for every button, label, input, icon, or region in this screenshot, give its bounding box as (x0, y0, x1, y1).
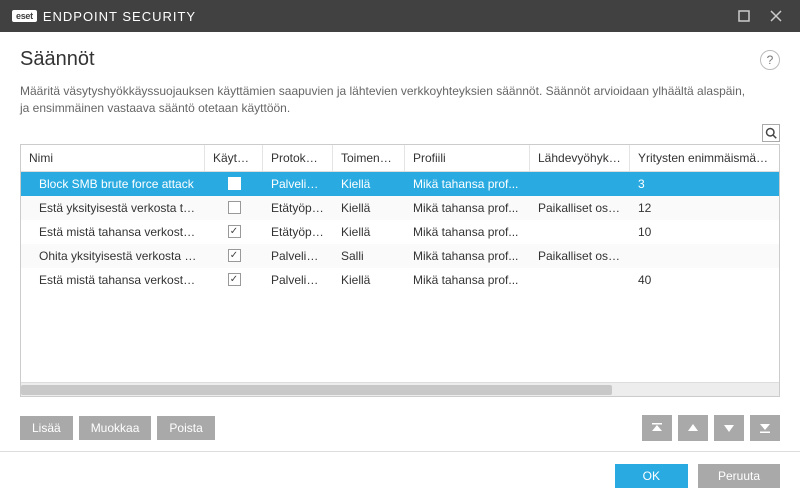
brand-badge: eset (12, 10, 37, 22)
ok-button[interactable]: OK (615, 464, 688, 488)
enabled-checkbox[interactable] (228, 225, 241, 238)
col-header-profile[interactable]: Profiili (405, 145, 530, 171)
col-header-action[interactable]: Toimenpide (333, 145, 405, 171)
move-up-icon (687, 422, 699, 434)
help-icon: ? (767, 53, 774, 67)
table-body: Block SMB brute force attackPalvelim...K… (21, 172, 779, 382)
cell-name: Block SMB brute force attack (21, 177, 205, 191)
cell-source-zones: Paikalliset osoit... (530, 201, 630, 215)
titlebar: eset ENDPOINT SECURITY (0, 0, 800, 32)
search-button[interactable] (762, 124, 780, 142)
minimize-button[interactable] (728, 0, 760, 32)
cell-profile: Mikä tahansa prof... (405, 249, 530, 263)
cell-profile: Mikä tahansa prof... (405, 225, 530, 239)
cell-enabled (205, 225, 263, 238)
enabled-checkbox[interactable] (228, 177, 241, 190)
table-row[interactable]: Block SMB brute force attack Palvelim...K… (21, 172, 779, 196)
toolbar: Lisää Muokkaa Poista (0, 407, 800, 451)
cell-max-attempts: 40 (630, 273, 779, 287)
cell-protocol: Palvelim... (263, 177, 333, 191)
enabled-checkbox[interactable] (228, 201, 241, 214)
col-header-enabled[interactable]: Käytössä (205, 145, 263, 171)
cell-max-attempts: 12 (630, 201, 779, 215)
col-header-protocol[interactable]: Protokolla (263, 145, 333, 171)
cell-profile: Mikä tahansa prof... (405, 273, 530, 287)
cell-name: Estä mistä tahansa verkosta ... (21, 225, 205, 239)
close-icon (770, 10, 782, 22)
cell-enabled (205, 177, 263, 190)
move-up-button[interactable] (678, 415, 708, 441)
cell-max-attempts: 10 (630, 225, 779, 239)
cell-enabled (205, 273, 263, 286)
rules-table: Nimi Käytössä Protokolla Toimenpide Prof… (20, 144, 780, 397)
page-title: Säännöt (20, 48, 95, 71)
table-row[interactable]: Estä yksityisestä verkosta tul... Etätyöp… (21, 196, 779, 220)
move-bottom-icon (759, 422, 771, 434)
add-button[interactable]: Lisää (20, 416, 73, 440)
table-row[interactable]: Ohita yksityisestä verkosta t... Palvelim… (21, 244, 779, 268)
move-bottom-button[interactable] (750, 415, 780, 441)
footer: OK Peruuta (0, 451, 800, 500)
cell-protocol: Etätyöpöyt... (263, 201, 333, 215)
move-top-button[interactable] (642, 415, 672, 441)
cell-source-zones: Paikalliset osoit... (530, 249, 630, 263)
cell-protocol: Etätyöpöyt... (263, 225, 333, 239)
cell-action: Kiellä (333, 177, 405, 191)
table-header: Nimi Käytössä Protokolla Toimenpide Prof… (21, 145, 779, 172)
help-button[interactable]: ? (760, 50, 780, 70)
delete-button[interactable]: Poista (157, 416, 214, 440)
cell-enabled (205, 249, 263, 262)
cell-action: Kiellä (333, 201, 405, 215)
col-header-max-attempts[interactable]: Yritysten enimmäismäärä (630, 145, 779, 171)
cell-name: Ohita yksityisestä verkosta t... (21, 249, 205, 263)
header: Säännöt ? (0, 32, 800, 83)
brand-product: ENDPOINT SECURITY (43, 9, 196, 24)
cell-profile: Mikä tahansa prof... (405, 177, 530, 191)
scrollbar-thumb[interactable] (21, 385, 612, 395)
search-icon (765, 127, 777, 139)
cell-action: Salli (333, 249, 405, 263)
col-header-name[interactable]: Nimi (21, 145, 205, 171)
cell-profile: Mikä tahansa prof... (405, 201, 530, 215)
move-top-icon (651, 422, 663, 434)
horizontal-scrollbar[interactable] (21, 382, 779, 396)
table-row[interactable]: Estä mistä tahansa verkosta ... Palvelim.… (21, 268, 779, 292)
cell-name: Estä yksityisestä verkosta tul... (21, 201, 205, 215)
cell-name: Estä mistä tahansa verkosta ... (21, 273, 205, 287)
cell-protocol: Palvelim... (263, 249, 333, 263)
move-down-button[interactable] (714, 415, 744, 441)
cell-action: Kiellä (333, 273, 405, 287)
close-button[interactable] (760, 0, 792, 32)
table-row[interactable]: Estä mistä tahansa verkosta ... Etätyöpöy… (21, 220, 779, 244)
cell-enabled (205, 201, 263, 214)
col-header-source-zones[interactable]: Lähdevyöhykkeet (530, 145, 630, 171)
cell-action: Kiellä (333, 225, 405, 239)
description-text: Määritä väsytyshyökkäyssuojauksen käyttä… (20, 83, 780, 118)
move-down-icon (723, 422, 735, 434)
edit-button[interactable]: Muokkaa (79, 416, 152, 440)
cancel-button[interactable]: Peruuta (698, 464, 780, 488)
cell-protocol: Palvelim... (263, 273, 333, 287)
minimize-icon (738, 10, 750, 22)
cell-max-attempts: 3 (630, 177, 779, 191)
enabled-checkbox[interactable] (228, 249, 241, 262)
enabled-checkbox[interactable] (228, 273, 241, 286)
